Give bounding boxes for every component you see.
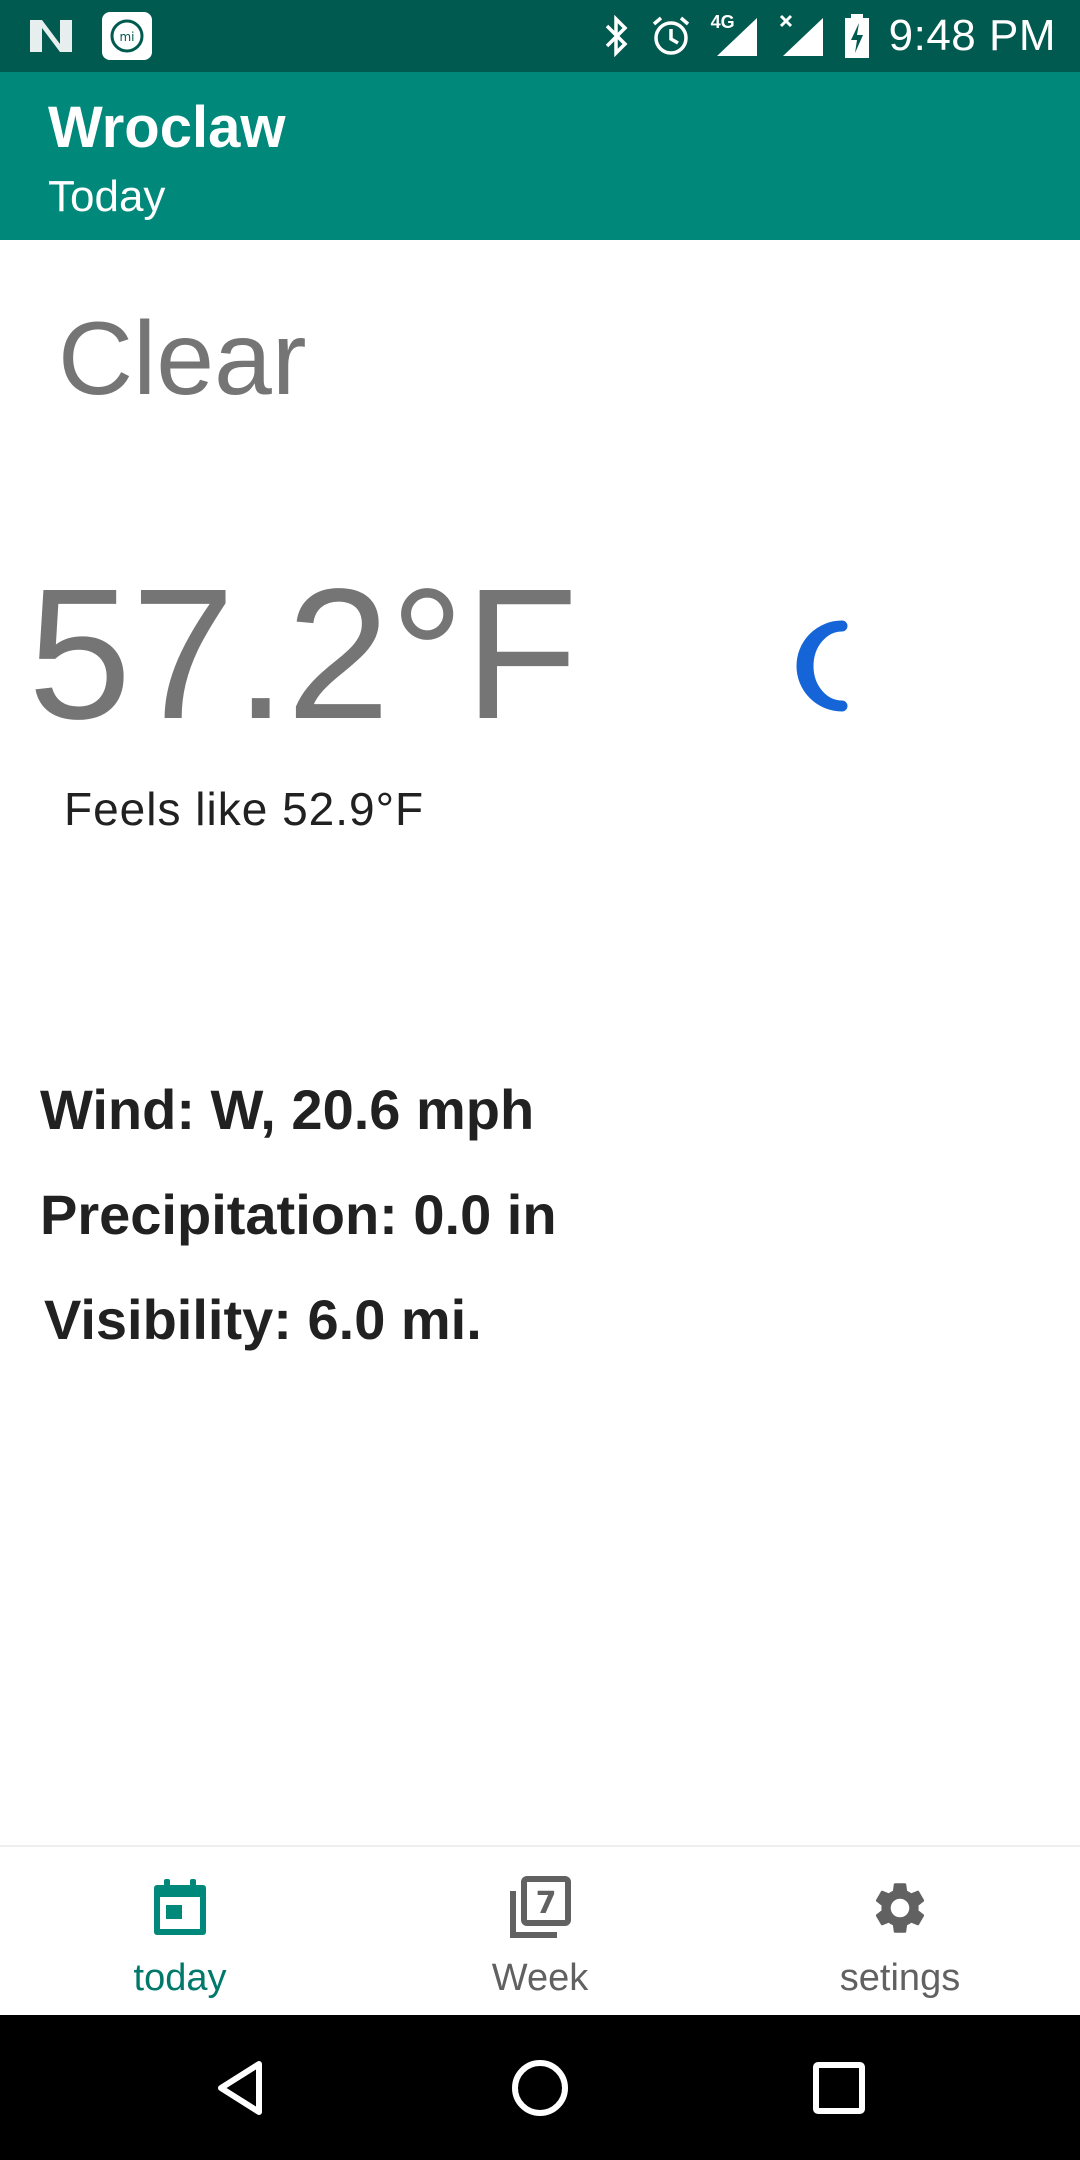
n-logo-icon	[28, 16, 74, 56]
home-icon[interactable]	[505, 2053, 575, 2123]
recents-icon[interactable]	[804, 2053, 874, 2123]
weather-condition: Clear	[58, 301, 307, 417]
system-navigation-bar	[0, 2015, 1080, 2160]
nav-item-today[interactable]: today	[0, 1847, 360, 2017]
city-title: Wroclaw	[48, 95, 286, 160]
app-bar: Wroclaw Today	[0, 72, 1080, 240]
bottom-navigation: today 7 Week setings	[0, 1845, 1080, 2015]
bluetooth-icon	[601, 14, 631, 58]
gear-icon	[867, 1875, 933, 1941]
precipitation-info: Precipitation: 0.0 in	[40, 1183, 557, 1246]
weather-details: Wind: W, 20.6 mph Precipitation: 0.0 in …	[40, 1072, 557, 1387]
calendar-icon	[147, 1875, 213, 1941]
alarm-icon	[649, 14, 693, 58]
visibility-info: Visibility: 6.0 mi.	[44, 1288, 482, 1351]
status-bar: mi 4G 9:48 PM	[0, 0, 1080, 72]
nav-label-settings: setings	[839, 1957, 961, 1999]
temperature-value: 57.2°F	[28, 551, 579, 758]
svg-text:mi: mi	[119, 30, 134, 44]
mi-app-icon: mi	[102, 12, 152, 60]
nav-label-today: today	[133, 1957, 227, 1999]
feels-like-text: Feels like 52.9°F	[64, 783, 425, 835]
back-icon[interactable]	[206, 2053, 276, 2123]
network-type-label: 4G	[710, 12, 735, 32]
clock-time: 9:48 PM	[888, 11, 1056, 60]
nav-item-week[interactable]: 7 Week	[360, 1847, 720, 2017]
week-7-icon: 7	[507, 1875, 573, 1941]
wind-info: Wind: W, 20.6 mph	[40, 1078, 535, 1141]
nav-item-settings[interactable]: setings	[720, 1847, 1080, 2017]
signal-icon: 4G	[710, 12, 761, 58]
battery-charging-icon	[843, 13, 871, 59]
nav-label-week: Week	[491, 1957, 589, 1999]
signal-no-service-icon	[779, 14, 825, 58]
svg-text:7: 7	[536, 1886, 557, 1921]
moon-icon	[780, 618, 870, 714]
page-subtitle: Today	[48, 172, 166, 221]
